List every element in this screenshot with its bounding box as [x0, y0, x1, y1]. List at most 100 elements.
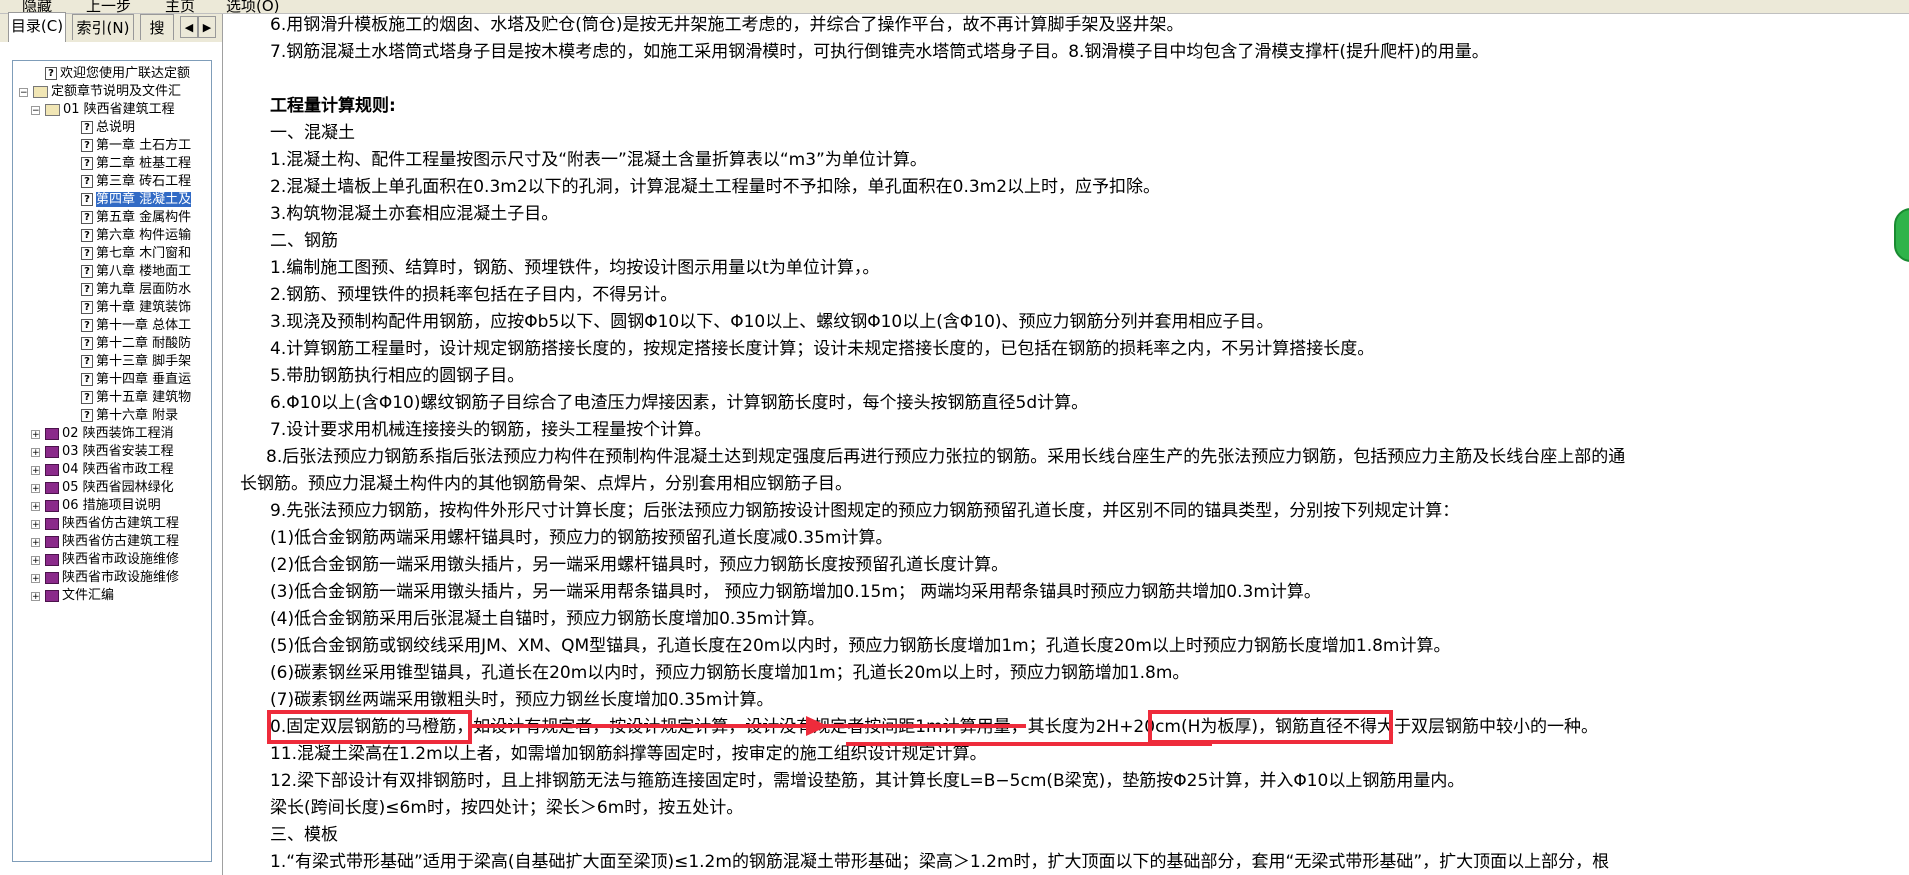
expand-icon[interactable]: +	[31, 466, 40, 476]
tree-node-label: 第十二章 耐酸防	[96, 336, 192, 351]
help-page-icon: ?	[81, 139, 93, 152]
tree-node[interactable]: ? 第十一章 总体工	[81, 317, 191, 335]
content-line: (4)低合金钢筋采用后张混凝土自锚时，预应力钢筋长度增加0.35m计算。	[270, 609, 825, 629]
content-line: 7.设计要求用机械连接接头的钢筋，接头工程量按个计算。	[270, 420, 712, 440]
tree-node[interactable]: +03 陕西省安装工程	[31, 443, 174, 461]
content-line: 3.现浇及预制构配件用钢筋，应按Φb5以下、圆钢Φ10以下、Φ10以上、螺纹钢Φ…	[270, 312, 1274, 332]
highlight-box	[267, 710, 472, 744]
tree-node[interactable]: ? 第十二章 耐酸防	[81, 335, 191, 353]
tree-node-label: 第五章 金属构件	[96, 210, 192, 225]
tree-node[interactable]: ? 第七章 木门窗和	[81, 245, 191, 263]
expand-icon[interactable]: +	[31, 484, 40, 494]
tab-scroll-right-icon[interactable]: ▶	[198, 16, 216, 38]
collapse-icon[interactable]: −	[19, 88, 28, 98]
floating-assistant-icon[interactable]	[1894, 208, 1909, 262]
tree-node[interactable]: ? 第九章 层面防水	[81, 281, 191, 299]
tree-node[interactable]: +06 措施项目说明	[31, 497, 161, 515]
help-page-icon: ?	[81, 319, 93, 332]
open-book-icon	[33, 85, 48, 98]
expand-icon[interactable]: +	[31, 448, 40, 458]
section-heading: 工程量计算规则:	[270, 96, 396, 116]
content-line: 4.计算钢筋工程量时，设计规定钢筋搭接长度的，按规定搭接长度计算；设计未规定搭接…	[270, 339, 1375, 359]
expand-icon[interactable]: +	[31, 520, 40, 530]
tree-node[interactable]: + 陕西省市政设施维修	[31, 569, 179, 587]
content-line: 6.Φ10以上(含Φ10)螺纹钢筋子目综合了电渣压力焊接因素，计算钢筋长度时，每…	[270, 393, 1089, 413]
expand-icon[interactable]: +	[31, 556, 40, 566]
tree-node[interactable]: ? 第五章 金属构件	[81, 209, 191, 227]
book-icon	[45, 499, 59, 512]
help-page-icon: ?	[81, 193, 93, 206]
tree-node[interactable]: ? 总说明	[81, 119, 135, 137]
tree-node[interactable]: − 01 陕西省建筑工程	[31, 101, 175, 119]
tree-node-label: 第六章 构件运输	[96, 228, 192, 243]
content-line: 8.后张法预应力钢筋系指后张法预应力构件在预制构件混凝土达到规定强度后再进行预应…	[266, 447, 1626, 467]
annotation-arrow-line	[472, 724, 1026, 728]
home-button[interactable]: 主页	[165, 0, 195, 13]
help-page-icon: ?	[81, 175, 93, 188]
tree-node-label: 第十一章 总体工	[96, 318, 192, 333]
tree-node-label: 欢迎您使用广联达定额	[60, 66, 191, 81]
expand-icon[interactable]: +	[31, 592, 40, 602]
help-page-icon: ?	[81, 157, 93, 170]
tree-node[interactable]: +05 陕西省园林绿化	[31, 479, 174, 497]
tree-node[interactable]: +02 陕西装饰工程消	[31, 425, 174, 443]
content-line: (3)低合金钢筋一端采用镦头插片，另一端采用帮条锚具时， 预应力钢筋增加0.15…	[270, 582, 1321, 602]
options-button[interactable]: 选项(O)	[226, 0, 280, 13]
tree-node[interactable]: ? 第十四章 垂直运	[81, 371, 191, 389]
book-icon	[45, 535, 59, 548]
tree-node[interactable]: ? 第八章 楼地面工	[81, 263, 191, 281]
tree-node-label: 第十六章 附录	[96, 408, 179, 423]
help-page-icon: ?	[81, 229, 93, 242]
help-page-icon: ?	[81, 283, 93, 296]
tree-node[interactable]: ? 第十章 建筑装饰	[81, 299, 191, 317]
content-line: 2.混凝土墙板上单孔面积在0.3m2以下的孔洞，计算混凝土工程量时不予扣除，单孔…	[270, 177, 1161, 197]
tree-node-label: 第十五章 建筑物	[96, 390, 192, 405]
content-line: (5)低合金钢筋或钢绞线采用JM、XM、QM型锚具，孔道长度在20m以内时，预应…	[270, 636, 1451, 656]
content-line: 长钢筋。预应力混凝土构件内的其他钢筋骨架、点焊片，分别套用相应钢筋子目。	[240, 474, 852, 494]
tree-node[interactable]: ? 欢迎您使用广联达定额	[45, 65, 190, 83]
back-button[interactable]: 上一步	[86, 0, 131, 13]
tree-node-label: 03 陕西省安装工程	[62, 444, 174, 459]
tree-node[interactable]: ? 第六章 构件运输	[81, 227, 191, 245]
tree-node[interactable]: + 陕西省仿古建筑工程	[31, 515, 179, 533]
expand-icon[interactable]: +	[31, 430, 40, 440]
expand-icon[interactable]: +	[31, 538, 40, 548]
contents-tree[interactable]: ? 欢迎您使用广联达定额 − 定额章节说明及文件汇 −01 陕西省建筑工程? 总说明? 第一…	[12, 60, 212, 862]
tab-contents[interactable]: 目录(C)	[8, 12, 66, 42]
content-line: 6.用钢滑升模板施工的烟囱、水塔及贮仓(筒仓)是按无井架施工考虑的，并综合了操作…	[270, 15, 1184, 35]
tab-search[interactable]: 搜	[140, 14, 174, 40]
tree-node[interactable]: ? 第十六章 附录	[81, 407, 178, 425]
tree-node[interactable]: + 陕西省市政设施维修	[31, 551, 179, 569]
tree-node[interactable]: ? 第十三章 脚手架	[81, 353, 191, 371]
tree-node[interactable]: − 定额章节说明及文件汇	[19, 83, 182, 101]
tree-node-label: 05 陕西省园林绿化	[62, 480, 174, 495]
tab-scroll-left-icon[interactable]: ◀	[180, 16, 198, 38]
tab-index[interactable]: 索引(N)	[72, 14, 134, 40]
tree-node[interactable]: + 陕西省仿古建筑工程	[31, 533, 180, 551]
expand-icon[interactable]: +	[31, 574, 40, 584]
tree-node-label: 第八章 楼地面工	[96, 264, 192, 279]
tree-node[interactable]: ? 第三章 砖石工程	[81, 173, 191, 191]
annotation-arrow-head	[806, 716, 828, 736]
tree-node[interactable]: ? 第二章 桩基工程	[81, 155, 191, 173]
tree-node-label: 第九章 层面防水	[96, 282, 192, 297]
book-icon	[45, 553, 59, 566]
content-pane: 6.用钢滑升模板施工的烟囱、水塔及贮仓(筒仓)是按无井架施工考虑的，并综合了操作…	[236, 14, 1909, 875]
tree-node-label: 第二章 桩基工程	[96, 156, 192, 171]
content-line: 1.编制施工图预、结算时，钢筋、预埋铁件，均按设计图示用量以t为单位计算，。	[270, 258, 880, 278]
collapse-icon[interactable]: −	[31, 106, 40, 116]
tree-node-label: 第十四章 垂直运	[96, 372, 192, 387]
tree-node[interactable]: + 文件汇编	[31, 587, 114, 605]
book-icon	[45, 517, 59, 530]
expand-icon[interactable]: +	[31, 502, 40, 512]
book-icon	[45, 445, 59, 458]
tree-node-label: 陕西省仿古建筑工程	[62, 534, 180, 549]
tree-node[interactable]: +04 陕西省市政工程	[31, 461, 174, 479]
tree-node-label: 定额章节说明及文件汇	[51, 84, 182, 99]
content-line: 一、混凝土	[270, 123, 355, 143]
tree-node[interactable]: ? 第一章 土石方工	[81, 137, 191, 155]
book-icon	[45, 427, 59, 440]
content-line: 2.钢筋、预埋铁件的损耗率包括在子目内，不得另计。	[270, 285, 678, 305]
tree-node[interactable]: ? 第十五章 建筑物	[81, 389, 191, 407]
tree-node[interactable]: ? 第四章 混凝土及	[81, 191, 192, 209]
